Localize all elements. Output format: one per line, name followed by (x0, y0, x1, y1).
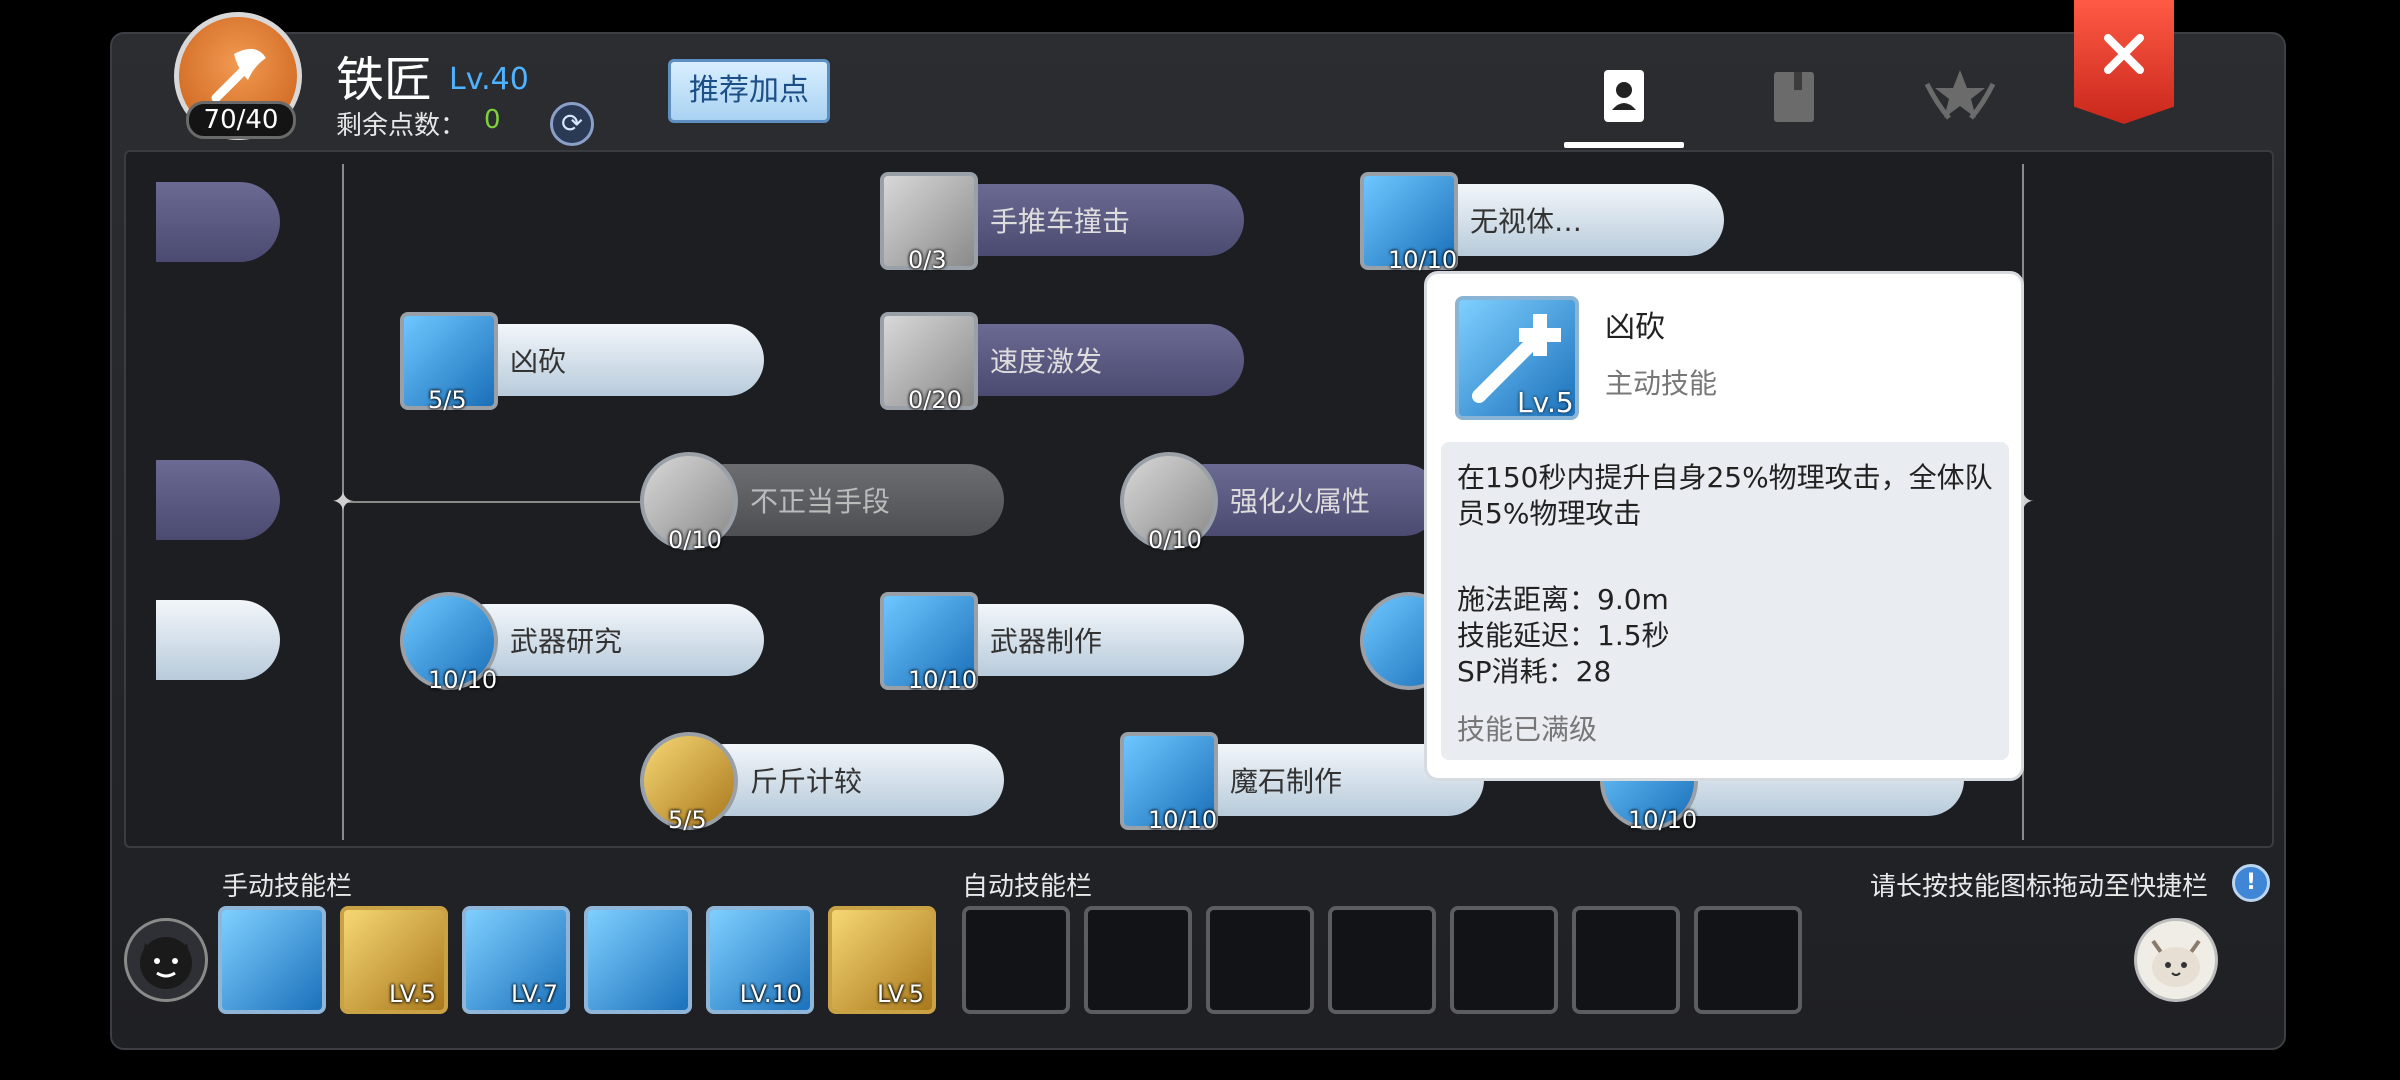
job-title: 铁匠 (336, 52, 433, 108)
tab-underline (1564, 142, 1684, 148)
auto-slot[interactable] (962, 906, 1070, 1014)
offscreen-skill[interactable] (156, 600, 280, 680)
manual-slot[interactable] (584, 906, 692, 1014)
skill-power-thrust[interactable]: 凶砍 5/5 (400, 304, 764, 414)
tooltip-skill-type: 主动技能 (1605, 367, 1718, 400)
star-emblem-icon (1924, 70, 1996, 120)
auto-slot[interactable] (1450, 906, 1558, 1014)
reset-button[interactable]: ⟳ (550, 102, 594, 146)
pet-cat-button[interactable] (2134, 918, 2218, 1002)
avatar-count: 70/40 (186, 101, 296, 139)
offscreen-skill[interactable] (156, 182, 280, 262)
tooltip-description: 在150秒内提升自身25%物理攻击，全体队员5%物理攻击 (1457, 461, 1993, 530)
character-face-button[interactable] (124, 918, 208, 1002)
skill-count: 0/3 (908, 246, 947, 274)
manual-bar-label: 手动技能栏 (222, 872, 353, 902)
recommend-button[interactable]: 推荐加点 (668, 59, 830, 123)
tooltip-delay: 技能延迟：1.5秒 (1457, 619, 1670, 652)
tab-emblem[interactable] (1920, 56, 2000, 136)
slot-level: LV.5 (389, 980, 436, 1008)
smile-face-icon (140, 937, 192, 989)
points-label: 剩余点数： (336, 111, 467, 141)
info-icon[interactable]: ! (2232, 864, 2270, 902)
skill-count: 10/10 (428, 666, 498, 694)
node-star-icon: ✦ (331, 485, 355, 518)
slot-level: LV.10 (739, 980, 802, 1008)
skill-weapon-forge[interactable]: 武器制作 10/10 (880, 584, 1244, 694)
refresh-icon: ⟳ (561, 109, 583, 139)
close-button[interactable] (2074, 0, 2174, 124)
tab-book[interactable] (1754, 56, 1834, 136)
skill-fire-enhance[interactable]: 强化火属性 0/10 (1120, 444, 1440, 554)
skill-tooltip: Lv.5 凶砍 主动技能 在150秒内提升自身25%物理攻击，全体队员5%物理攻… (1424, 271, 2024, 781)
skill-speed-boost[interactable]: 速度激发 0/20 (880, 304, 1244, 414)
skill-count: 0/10 (1148, 526, 1202, 554)
close-icon (2104, 34, 2144, 74)
manual-slot[interactable]: LV.5 (828, 906, 936, 1014)
skill-cart-revolution[interactable]: 手推车撞击 0/3 (880, 164, 1244, 274)
cat-icon (2151, 939, 2201, 987)
book-icon (1774, 72, 1814, 122)
contact-book-icon (1604, 70, 1644, 122)
skill-count: 5/5 (668, 806, 707, 834)
skill-ignore-defense[interactable]: 无视体… 10/10 (1360, 164, 1724, 274)
tooltip-max-note: 技能已满级 (1457, 713, 1598, 746)
tab-skills[interactable] (1584, 56, 1664, 136)
offscreen-skill[interactable] (156, 460, 280, 540)
manual-slot[interactable]: LV.10 (706, 906, 814, 1014)
auto-slot[interactable] (1572, 906, 1680, 1014)
skill-count: 10/10 (1628, 806, 1698, 834)
slot-level: LV.5 (877, 980, 924, 1008)
help-text: 请长按技能图标拖动至快捷栏 (1870, 872, 2209, 902)
skill-count: 5/5 (428, 386, 467, 414)
points-value: 0 (484, 105, 501, 135)
skill-count: 10/10 (908, 666, 978, 694)
auto-slot[interactable] (1084, 906, 1192, 1014)
auto-bar-label: 自动技能栏 (962, 872, 1093, 902)
tooltip-skill-name: 凶砍 (1605, 310, 1665, 345)
manual-slot[interactable]: LV.7 (462, 906, 570, 1014)
tooltip-sp-cost: SP消耗：28 (1457, 655, 1612, 688)
slot-level: LV.7 (511, 980, 558, 1008)
skill-dirty-tricks[interactable]: 不正当手段 0/10 (640, 444, 1004, 554)
auto-slot[interactable] (1694, 906, 1802, 1014)
tooltip-cast-range: 施法距离：9.0m (1457, 583, 1669, 616)
skill-count: 0/10 (668, 526, 722, 554)
auto-slot[interactable] (1328, 906, 1436, 1014)
auto-slot[interactable] (1206, 906, 1314, 1014)
skill-count: 10/10 (1388, 246, 1458, 274)
manual-slot[interactable] (218, 906, 326, 1014)
skill-weapon-research[interactable]: 武器研究 10/10 (400, 584, 764, 694)
tooltip-level: Lv.5 (1517, 386, 1574, 419)
job-level: Lv.40 (449, 62, 529, 97)
skill-count: 10/10 (1148, 806, 1218, 834)
skill-haggle[interactable]: 斤斤计较 5/5 (640, 724, 1004, 834)
manual-slot[interactable]: LV.5 (340, 906, 448, 1014)
skill-count: 0/20 (908, 386, 962, 414)
